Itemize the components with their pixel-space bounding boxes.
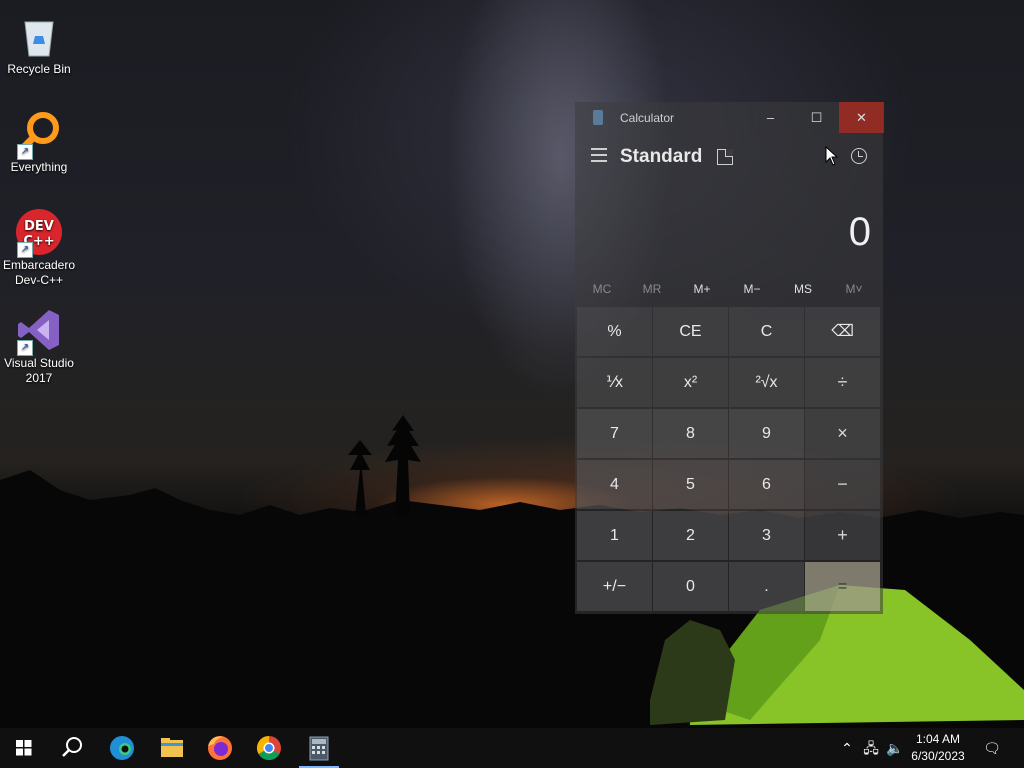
memory-add-button[interactable]: M+ <box>677 282 727 296</box>
network-icon[interactable]: 🖧 <box>860 728 882 768</box>
desktop-icon-everything[interactable]: ↗ Everything <box>0 104 78 175</box>
desktop-icon-label: Everything <box>10 160 68 174</box>
subtract-key[interactable]: − <box>805 460 880 509</box>
clear-key[interactable]: C <box>729 307 804 356</box>
square-root-key[interactable]: ²√x <box>729 358 804 407</box>
digit-9-key[interactable]: 9 <box>729 409 804 458</box>
minimize-button[interactable]: – <box>748 102 793 133</box>
digit-1-key[interactable]: 1 <box>577 511 652 560</box>
mode-title: Standard <box>620 146 703 167</box>
file-explorer-icon <box>161 738 183 757</box>
decimal-key[interactable]: . <box>729 562 804 611</box>
system-clock[interactable]: 1:04 AM 6/30/2023 <box>900 731 976 765</box>
digit-0-key[interactable]: 0 <box>653 562 728 611</box>
multiply-key[interactable]: × <box>805 409 880 458</box>
window-title: Calculator <box>620 111 675 125</box>
calculator-icon <box>309 736 329 761</box>
close-button[interactable]: ✕ <box>839 102 884 133</box>
taskbar: ⌃ 🖧 🔈 1:04 AM 6/30/2023 🗨 <box>0 728 1024 768</box>
notifications-icon[interactable]: 🗨 <box>981 728 1003 768</box>
desktop-icon-label: Recycle Bin <box>7 62 71 76</box>
desktop-icon-devcpp[interactable]: DEV C++ ↗ Embarcadero Dev-C++ <box>0 202 78 288</box>
percent-key[interactable]: % <box>577 307 652 356</box>
chrome-icon <box>256 736 281 761</box>
clear-entry-key[interactable]: CE <box>653 307 728 356</box>
clock-time: 1:04 AM <box>915 732 961 746</box>
everything-search-icon: ↗ <box>15 110 63 160</box>
edge-icon <box>110 736 134 760</box>
memory-recall-button[interactable]: MR <box>627 282 677 296</box>
add-key[interactable]: + <box>805 511 880 560</box>
devcpp-icon: DEV C++ ↗ <box>15 208 63 258</box>
desktop-icon-label: Embarcadero Dev-C++ <box>2 258 76 287</box>
tree-silhouette <box>348 440 372 515</box>
calculator-window[interactable]: Calculator – ☐ ✕ Standard 0 MC MR M+ M− … <box>575 102 884 614</box>
shortcut-arrow-icon: ↗ <box>17 144 33 160</box>
shortcut-arrow-icon: ↗ <box>17 242 33 258</box>
result-display: 0 <box>848 210 871 254</box>
start-icon <box>16 740 32 756</box>
title-bar[interactable]: Calculator – ☐ ✕ <box>575 102 884 134</box>
start-button[interactable] <box>0 728 48 768</box>
desktop-icon-visual-studio[interactable]: ↗ Visual Studio 2017 <box>0 300 78 386</box>
equals-key[interactable]: = <box>805 562 880 611</box>
digit-4-key[interactable]: 4 <box>577 460 652 509</box>
digit-5-key[interactable]: 5 <box>653 460 728 509</box>
digit-6-key[interactable]: 6 <box>729 460 804 509</box>
negate-key[interactable]: +/− <box>577 562 652 611</box>
memory-clear-button[interactable]: MC <box>577 282 627 296</box>
recycle-bin-icon <box>15 12 63 60</box>
shortcut-arrow-icon: ↗ <box>17 340 33 356</box>
mouse-cursor-icon <box>825 146 839 166</box>
keep-on-top-icon[interactable] <box>717 149 733 165</box>
memory-subtract-button[interactable]: M− <box>727 282 777 296</box>
desktop-icon-label: Visual Studio 2017 <box>4 356 74 385</box>
history-icon[interactable] <box>851 148 867 164</box>
visual-studio-icon: ↗ <box>15 306 63 356</box>
search-icon <box>62 737 82 757</box>
memory-row: MC MR M+ M− MS M˅ <box>575 282 883 302</box>
taskbar-calculator[interactable] <box>299 728 347 768</box>
reciprocal-key[interactable]: ⅟x <box>577 358 652 407</box>
clock-date: 6/30/2023 <box>911 749 965 763</box>
maximize-button[interactable]: ☐ <box>794 102 839 133</box>
taskbar-chrome[interactable] <box>245 728 293 768</box>
taskbar-firefox[interactable] <box>196 728 244 768</box>
desktop-icon-recycle-bin[interactable]: Recycle Bin <box>0 6 78 77</box>
hamburger-menu-icon[interactable] <box>591 148 607 166</box>
tree-silhouette-2 <box>385 415 421 515</box>
memory-store-button[interactable]: MS <box>778 282 828 296</box>
search-button[interactable] <box>48 728 96 768</box>
backspace-key[interactable]: ⌫ <box>805 307 880 356</box>
firefox-icon <box>208 736 232 760</box>
square-key[interactable]: x² <box>653 358 728 407</box>
digit-3-key[interactable]: 3 <box>729 511 804 560</box>
taskbar-file-explorer[interactable] <box>148 728 196 768</box>
memory-list-button[interactable]: M˅ <box>829 282 879 296</box>
digit-2-key[interactable]: 2 <box>653 511 728 560</box>
divide-key[interactable]: ÷ <box>805 358 880 407</box>
taskbar-edge[interactable] <box>98 728 146 768</box>
digit-7-key[interactable]: 7 <box>577 409 652 458</box>
digit-8-key[interactable]: 8 <box>653 409 728 458</box>
svg-text:DEV: DEV <box>24 219 54 234</box>
show-hidden-icons-chevron-icon[interactable]: ⌃ <box>836 728 858 768</box>
calculator-app-icon <box>593 110 603 125</box>
